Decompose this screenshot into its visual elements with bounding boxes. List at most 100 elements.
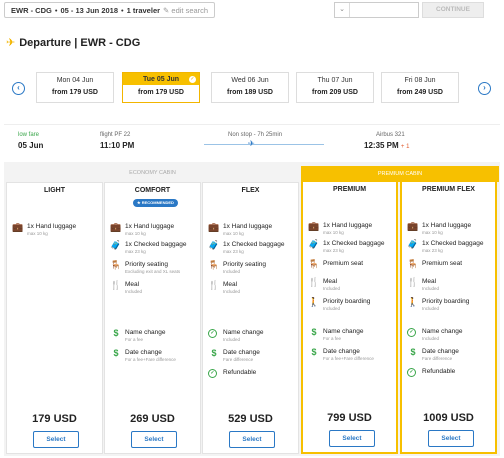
feature-name-change: ✓ Name change Included bbox=[407, 328, 493, 342]
departure-header: ✈ Departure | EWR - CDG bbox=[6, 36, 141, 50]
meal-icon: 🍴 bbox=[208, 280, 220, 290]
feature-subtitle: Included bbox=[125, 289, 143, 294]
departure-time: 11:10 PM bbox=[100, 141, 135, 150]
luggage-icon: 💼 bbox=[308, 221, 320, 231]
feature-title: Refundable bbox=[223, 369, 257, 376]
dollar-icon: $ bbox=[311, 327, 317, 337]
feature-title: 1x Hand luggage bbox=[125, 223, 175, 230]
date-day: Wed 06 Jun bbox=[231, 77, 269, 84]
feature-title: 1x Hand luggage bbox=[223, 223, 273, 230]
feature-meal: 🍴 Meal Included bbox=[308, 278, 394, 292]
date-day: Tue 05 Jun bbox=[123, 73, 199, 85]
date-option[interactable]: Thu 07 Jun from 209 USD bbox=[296, 72, 374, 103]
low-fare-label: low fare bbox=[18, 132, 40, 138]
feature-title: 1x Hand luggage bbox=[422, 222, 472, 229]
fare-column-premium: PREMIUM 💼 1x Hand luggage max 10 kg 🧳 1x … bbox=[301, 182, 398, 454]
fare-column-light: LIGHT 💼 1x Hand luggage max 10 kg 179 USD… bbox=[6, 182, 103, 454]
feature-name-change: $ Name change For a fee bbox=[308, 328, 394, 342]
luggage-icon: 💼 bbox=[12, 222, 24, 232]
feature-subtitle: max 10 kg bbox=[422, 230, 443, 235]
fare-name: PREMIUM bbox=[332, 186, 367, 193]
date-price: from 179 USD bbox=[138, 89, 184, 96]
date-price: from 189 USD bbox=[227, 89, 273, 96]
departure-title: Departure | EWR - CDG bbox=[19, 36, 141, 49]
suitcase-icon: 🧳 bbox=[208, 240, 220, 250]
check-circle-icon: ✓ bbox=[208, 329, 217, 338]
date-price: from 249 USD bbox=[397, 89, 443, 96]
date-option[interactable]: Mon 04 Jun from 179 USD bbox=[36, 72, 114, 103]
dates-text: 05 - 13 Jun 2018 bbox=[60, 5, 119, 15]
date-day: Thu 07 Jun bbox=[317, 77, 353, 84]
check-circle-icon: ✓ bbox=[407, 368, 416, 377]
feature-subtitle: Included bbox=[323, 306, 341, 311]
feature-subtitle: Included bbox=[422, 286, 440, 291]
feature-title: Name change bbox=[422, 328, 463, 335]
chevron-left-icon[interactable]: ‹ bbox=[12, 82, 25, 95]
arrival-time: 12:35 PM + 1 bbox=[364, 141, 409, 150]
fare-column-comfort: COMFORT ★ RECOMMENDED 💼 1x Hand luggage m… bbox=[104, 182, 201, 454]
aircraft-type: Airbus 321 bbox=[376, 132, 405, 138]
select-button[interactable]: Select bbox=[33, 431, 79, 448]
feature-title: 1x Hand luggage bbox=[323, 222, 373, 229]
edit-search-link[interactable]: ✎ edit search bbox=[163, 6, 208, 15]
feature-title: Premium seat bbox=[422, 260, 463, 267]
feature-subtitle: Fare difference bbox=[422, 356, 453, 361]
feature-title: 1x Checked baggage bbox=[125, 241, 187, 248]
arrival-time-value: 12:35 PM bbox=[364, 141, 399, 150]
date-option-selected[interactable]: Tue 05 Jun ✓ from 179 USD bbox=[122, 72, 200, 103]
feature-date-change: $ Date change Fare difference bbox=[407, 348, 493, 362]
plus-day: + 1 bbox=[400, 144, 410, 150]
seat-icon: 🪑 bbox=[308, 259, 320, 269]
feature-subtitle: Included bbox=[223, 289, 241, 294]
check-circle-icon: ✓ bbox=[208, 369, 217, 378]
feature-priority-boarding: 🚶 Priority boarding Included bbox=[308, 298, 394, 312]
select-button[interactable]: Select bbox=[428, 430, 474, 447]
plane-icon: ✈ bbox=[6, 37, 16, 49]
meal-icon: 🍴 bbox=[407, 277, 419, 287]
dollar-icon: $ bbox=[113, 328, 119, 338]
feature-subtitle: max 23 kg bbox=[125, 249, 146, 254]
feature-date-change: $ Date change For a fee+Fare difference bbox=[308, 348, 394, 362]
feature-subtitle: Excluding exit and XL seats bbox=[125, 269, 181, 274]
edit-search-label[interactable]: edit search bbox=[171, 6, 208, 15]
feature-title: Date change bbox=[223, 349, 260, 356]
feature-checked-baggage: 🧳 1x Checked baggage max 23 kg bbox=[208, 241, 296, 255]
select-button[interactable]: Select bbox=[229, 431, 275, 448]
departure-date: 05 Jun bbox=[18, 141, 44, 150]
boarding-icon: 🚶 bbox=[407, 297, 419, 307]
feature-title: Meal bbox=[223, 281, 238, 288]
feature-title: 1x Checked baggage bbox=[422, 240, 484, 247]
currency-select[interactable]: ⌄ bbox=[334, 2, 419, 18]
feature-subtitle: For a fee bbox=[125, 337, 144, 342]
continue-button[interactable]: CONTINUE bbox=[422, 2, 484, 18]
check-circle-icon: ✓ bbox=[407, 328, 416, 337]
feature-meal: 🍴 Meal Included bbox=[110, 281, 198, 295]
feature-subtitle: max 23 kg bbox=[422, 248, 443, 253]
fare-price: 269 USD bbox=[130, 413, 175, 425]
select-button[interactable]: Select bbox=[131, 431, 177, 448]
feature-subtitle: For a fee bbox=[323, 336, 342, 341]
feature-checked-baggage: 🧳 1x Checked baggage max 23 kg bbox=[110, 241, 198, 255]
chevron-down-icon[interactable]: ⌄ bbox=[335, 3, 350, 17]
feature-title: 1x Checked baggage bbox=[323, 240, 385, 247]
feature-refundable: ✓ Refundable bbox=[407, 368, 493, 377]
feature-subtitle: max 23 kg bbox=[223, 249, 244, 254]
suitcase-icon: 🧳 bbox=[407, 239, 419, 249]
feature-title: Date change bbox=[422, 348, 459, 355]
select-button[interactable]: Select bbox=[329, 430, 375, 447]
fare-column-premium-flex: PREMIUM FLEX 💼 1x Hand luggage max 10 kg … bbox=[400, 182, 497, 454]
feature-title: Date change bbox=[323, 348, 360, 355]
feature-name-change: $ Name change For a fee bbox=[110, 329, 198, 343]
seat-icon: 🪑 bbox=[208, 260, 220, 270]
date-option[interactable]: Wed 06 Jun from 189 USD bbox=[211, 72, 289, 103]
feature-title: Priority seating bbox=[125, 261, 168, 268]
meal-icon: 🍴 bbox=[308, 277, 320, 287]
fare-name: COMFORT bbox=[134, 187, 171, 194]
feature-subtitle: max 10 kg bbox=[223, 231, 244, 236]
date-option[interactable]: Fri 08 Jun from 249 USD bbox=[381, 72, 459, 103]
feature-subtitle: max 23 kg bbox=[323, 248, 344, 253]
date-day: Mon 04 Jun bbox=[56, 77, 94, 84]
chevron-right-icon[interactable]: › bbox=[478, 82, 491, 95]
feature-checked-baggage: 🧳 1x Checked baggage max 23 kg bbox=[407, 240, 493, 254]
feature-title: 1x Checked baggage bbox=[223, 241, 285, 248]
